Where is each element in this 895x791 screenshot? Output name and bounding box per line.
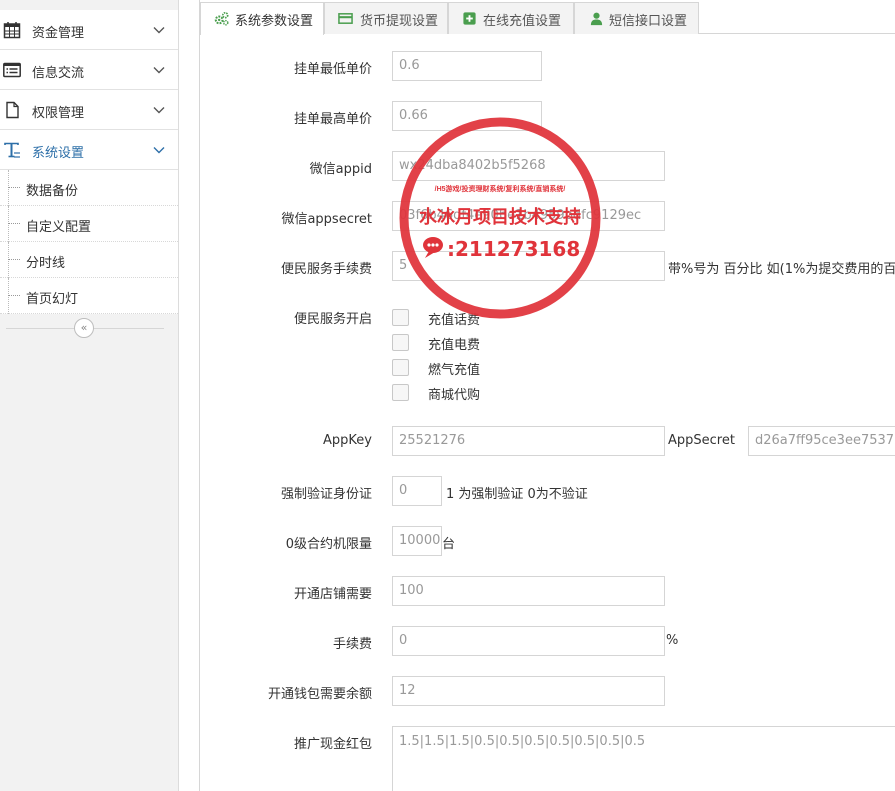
sidebar-item-label: 系统设置 <box>32 146 85 161</box>
stamp-small-text: /H5游戏/投资理财系统/复利系统/直销系统/ <box>435 184 566 193</box>
submenu-item-backup[interactable]: 数据备份 <box>0 170 178 206</box>
sidebar-item-permissions[interactable]: 权限管理 <box>0 90 178 130</box>
wx-appid-label: 微信appid <box>309 162 372 177</box>
tab-label: 货币提现设置 <box>360 14 439 29</box>
tab-label: 在线充值设置 <box>483 14 562 29</box>
appkey-label: AppKey <box>323 433 372 448</box>
sidebar-item-system-settings[interactable]: 系统设置 <box>0 130 178 170</box>
user-icon <box>590 12 603 26</box>
min-price-label: 挂单最低单价 <box>293 62 372 77</box>
shop-need-input[interactable]: 100 <box>392 576 665 606</box>
sidebar-item-label: 权限管理 <box>32 106 85 121</box>
level0-limit-unit: 台 <box>442 537 456 552</box>
submenu-item-timeline[interactable]: 分时线 <box>0 242 178 278</box>
submenu-item-label: 分时线 <box>26 256 66 271</box>
tab-sms[interactable]: 短信接口设置 <box>574 2 699 34</box>
force-id-label: 强制验证身份证 <box>280 487 372 502</box>
document-icon <box>6 101 19 119</box>
submenu-item-slideshow[interactable]: 首页幻灯 <box>0 278 178 314</box>
stamp-qq-text: :211273168 <box>447 237 580 261</box>
sidebar-collapse-row: « <box>0 314 178 344</box>
force-id-hint: 1 为强制验证 0为不验证 <box>446 487 588 502</box>
submenu-item-label: 数据备份 <box>26 184 79 199</box>
appkey-input[interactable]: 25521276 <box>392 426 665 456</box>
speech-bubble-icon <box>423 237 443 258</box>
wx-appsecret-label: 微信appsecret <box>281 212 372 227</box>
fee-input[interactable]: 0 <box>392 626 665 656</box>
tab-withdraw[interactable]: 货币提现设置 <box>324 2 448 34</box>
appsecret-input[interactable]: d26a7ff95ce3ee753754 <box>748 426 895 456</box>
level0-limit-input[interactable]: 10000 <box>392 526 442 556</box>
text-t-icon <box>4 142 20 158</box>
tab-recharge[interactable]: 在线充值设置 <box>448 2 574 34</box>
fee-label: 手续费 <box>332 637 372 652</box>
credit-card-icon <box>338 13 353 24</box>
chevron-down-icon <box>153 67 165 74</box>
tab-system-params[interactable]: 系统参数设置 <box>200 2 324 35</box>
chevron-down-icon <box>153 107 165 114</box>
double-chevron-left-icon[interactable]: « <box>74 318 94 338</box>
service-enable-label: 便民服务开启 <box>293 312 372 327</box>
chevron-down-icon <box>153 147 165 154</box>
wallet-balance-label: 开通钱包需要余额 <box>267 687 372 702</box>
submenu-item-label: 首页幻灯 <box>26 292 79 307</box>
fee-unit: % <box>666 633 679 648</box>
stamp-main-text: 水冰月项目技术支持 <box>419 206 581 228</box>
calendar-icon <box>3 22 21 39</box>
watermark-stamp: /H5游戏/投资理财系统/复利系统/直销系统/ 水冰月项目技术支持 :21127… <box>399 117 601 319</box>
level0-limit-label: 0级合约机限量 <box>285 537 372 552</box>
tab-label: 系统参数设置 <box>235 14 314 29</box>
sidebar-item-label: 资金管理 <box>32 26 85 41</box>
plus-square-icon <box>463 12 476 25</box>
tab-bar: 系统参数设置 货币提现设置 在线充值设置 短信接口设置 <box>199 0 895 35</box>
sidebar: 资金管理 信息交流 权限管理 系统设置 数据备份 自定义配置 分时线 首页幻灯 … <box>0 0 179 791</box>
sidebar-item-messages[interactable]: 信息交流 <box>0 50 178 90</box>
list-icon <box>3 62 21 78</box>
force-id-input[interactable]: 0 <box>392 476 442 506</box>
checkbox[interactable] <box>392 334 409 351</box>
tab-label: 短信接口设置 <box>609 14 688 29</box>
service-fee-hint: 带%号为 百分比 如(1%为提交费用的百分 <box>668 262 895 277</box>
min-price-input[interactable]: 0.6 <box>392 51 542 81</box>
appsecret-label: AppSecret <box>668 433 735 448</box>
submenu-item-custom-config[interactable]: 自定义配置 <box>0 206 178 242</box>
promo-cash-textarea[interactable]: 1.5|1.5|1.5|0.5|0.5|0.5|0.5|0.5|0.5|0.5 <box>392 726 895 791</box>
checkbox[interactable] <box>392 359 409 376</box>
gears-icon <box>214 11 229 26</box>
checkbox[interactable] <box>392 384 409 401</box>
service-fee-label: 便民服务手续费 <box>280 262 372 277</box>
promo-cash-label: 推广现金红包 <box>293 737 372 752</box>
submenu-item-label: 自定义配置 <box>26 220 92 235</box>
sidebar-item-label: 信息交流 <box>32 66 85 81</box>
max-price-label: 挂单最高单价 <box>293 112 372 127</box>
sidebar-item-funds[interactable]: 资金管理 <box>0 10 178 50</box>
submenu: 数据备份 自定义配置 分时线 首页幻灯 <box>0 170 178 314</box>
wallet-balance-input[interactable]: 12 <box>392 676 665 706</box>
shop-need-label: 开通店铺需要 <box>293 587 372 602</box>
chevron-down-icon <box>153 27 165 34</box>
